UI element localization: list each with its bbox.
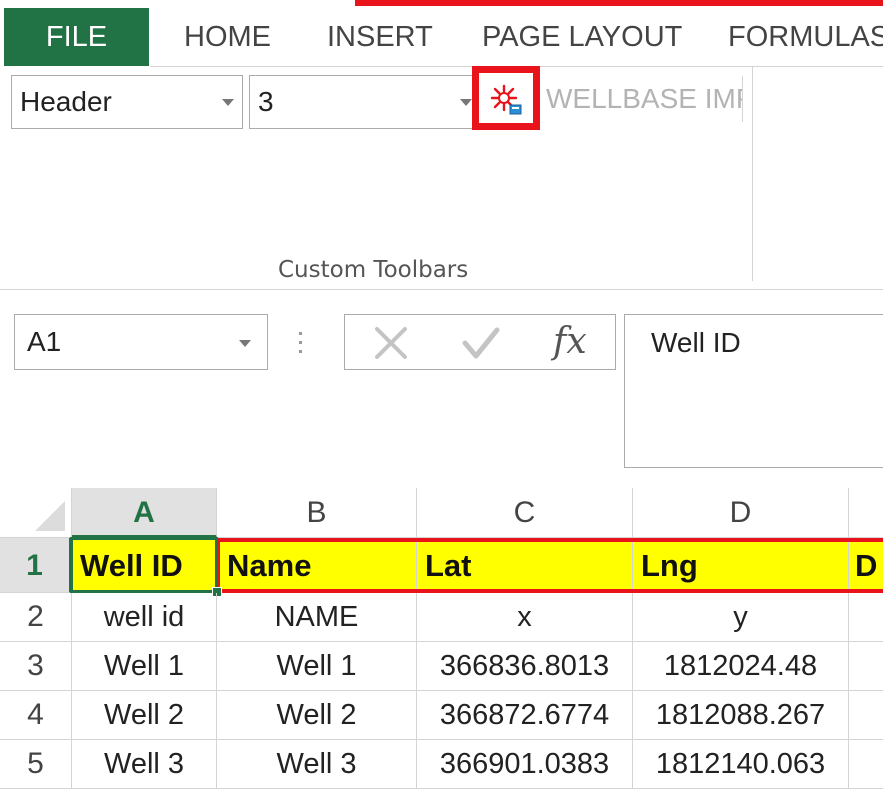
wellbase-import-button[interactable]: WELLBASE IMPORT	[540, 76, 743, 122]
cell-e1[interactable]: D	[849, 538, 883, 593]
cell-d2[interactable]: y	[633, 593, 849, 642]
cell-a1[interactable]: Well ID	[72, 538, 217, 593]
number-combo-value: 3	[258, 86, 274, 117]
row-header-3[interactable]: 3	[0, 642, 72, 691]
tab-page-layout[interactable]: PAGE LAYOUT	[482, 8, 682, 66]
grip-handle[interactable]	[298, 328, 304, 358]
cell-a2[interactable]: well id	[72, 593, 217, 642]
cell-c3[interactable]: 366836.8013	[417, 642, 633, 691]
cell-e4[interactable]	[849, 691, 883, 740]
header-combo-value: Header	[20, 86, 112, 117]
column-header-c[interactable]: C	[417, 488, 633, 538]
cell-c5[interactable]: 366901.0383	[417, 740, 633, 789]
tab-file[interactable]: FILE	[4, 8, 149, 66]
cell-a5[interactable]: Well 3	[72, 740, 217, 789]
cell-c4[interactable]: 366872.6774	[417, 691, 633, 740]
formula-input[interactable]: Well ID	[624, 314, 883, 468]
tab-home[interactable]: HOME	[184, 8, 271, 66]
row-header-2[interactable]: 2	[0, 593, 72, 642]
column-header-a[interactable]: A	[72, 488, 217, 538]
name-box[interactable]: A1	[14, 314, 268, 370]
worksheet-grid: A B C D 1 Well ID Name Lat Lng D 2 well …	[0, 488, 883, 789]
cell-e5[interactable]	[849, 740, 883, 789]
column-header-e[interactable]	[849, 488, 883, 538]
cell-d4[interactable]: 1812088.267	[633, 691, 849, 740]
group-label: Custom Toolbars	[278, 257, 469, 283]
chevron-down-icon[interactable]	[222, 99, 234, 106]
insert-function-button[interactable]: fx	[553, 317, 587, 367]
cell-c1[interactable]: Lat	[417, 538, 633, 593]
cell-c2[interactable]: x	[417, 593, 633, 642]
addin-button[interactable]	[472, 66, 540, 130]
chevron-down-icon[interactable]	[239, 340, 251, 347]
cell-e3[interactable]	[849, 642, 883, 691]
column-header-b[interactable]: B	[217, 488, 417, 538]
spark-addin-icon	[490, 84, 522, 115]
row-header-1[interactable]: 1	[0, 538, 72, 593]
group-separator	[752, 67, 753, 281]
ribbon-tab-bar: FILE HOME INSERT PAGE LAYOUT FORMULAS	[0, 0, 883, 68]
cell-d1[interactable]: Lng	[633, 538, 849, 593]
highlight-bar	[355, 0, 883, 6]
cell-b5[interactable]: Well 3	[217, 740, 417, 789]
cell-d5[interactable]: 1812140.063	[633, 740, 849, 789]
number-combo[interactable]: 3	[249, 75, 481, 129]
formula-value: Well ID	[651, 327, 741, 358]
check-icon[interactable]	[461, 325, 501, 361]
name-box-value: A1	[27, 326, 62, 357]
cell-b2[interactable]: NAME	[217, 593, 417, 642]
cell-b1[interactable]: Name	[217, 538, 417, 593]
row-header-5[interactable]: 5	[0, 740, 72, 789]
formula-buttons: fx	[344, 314, 616, 370]
cell-e2[interactable]	[849, 593, 883, 642]
tab-insert[interactable]: INSERT	[327, 8, 433, 66]
cell-a3[interactable]: Well 1	[72, 642, 217, 691]
column-header-d[interactable]: D	[633, 488, 849, 538]
ribbon-panel: Header 3 WELLBASE IMPORT Custom Toolbars	[0, 66, 883, 290]
tab-formulas[interactable]: FORMULAS	[728, 8, 883, 66]
cell-b3[interactable]: Well 1	[217, 642, 417, 691]
ribbon-bottom-border	[0, 289, 883, 290]
header-combo[interactable]: Header	[11, 75, 243, 129]
cell-b4[interactable]: Well 2	[217, 691, 417, 740]
x-icon[interactable]	[371, 325, 411, 361]
cell-a4[interactable]: Well 2	[72, 691, 217, 740]
row-header-4[interactable]: 4	[0, 691, 72, 740]
cell-d3[interactable]: 1812024.48	[633, 642, 849, 691]
select-all-button[interactable]	[0, 488, 72, 538]
chevron-down-icon[interactable]	[460, 99, 472, 106]
